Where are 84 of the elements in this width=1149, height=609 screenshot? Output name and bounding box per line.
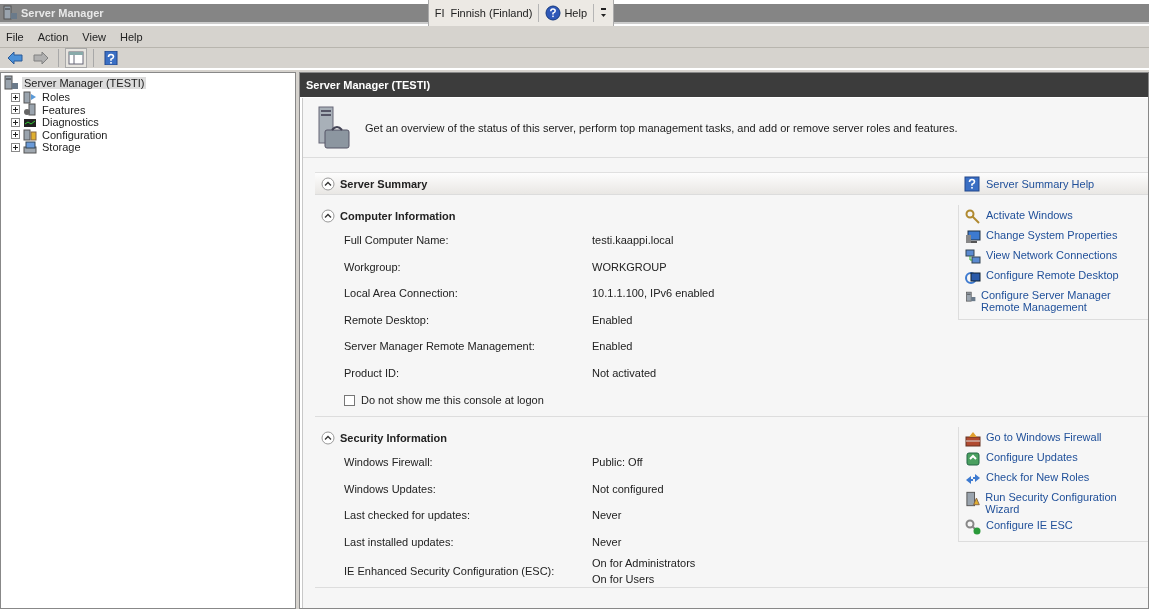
task-link[interactable]: Change System Properties <box>986 229 1118 241</box>
menu-item[interactable]: Help <box>119 30 143 43</box>
field-value: Not configured <box>592 481 664 497</box>
remote-desktop-icon <box>965 269 981 285</box>
field-value: testi.kaappi.local <box>592 233 674 249</box>
menu-item[interactable]: File <box>6 30 24 43</box>
features-icon <box>23 103 37 117</box>
expand-icon[interactable] <box>11 105 20 115</box>
field-label: Full Computer Name: <box>344 234 450 247</box>
field-label: Windows Firewall: <box>344 456 434 469</box>
expand-icon[interactable] <box>11 92 20 102</box>
task-link[interactable]: Configure Server Manager Remote Management <box>981 289 1146 313</box>
collapse-icon[interactable] <box>321 209 335 223</box>
description-text: Get an overview of the status of this server, perform top management tasks, and add or remove server roles and features. <box>365 121 958 134</box>
expand-icon[interactable] <box>11 130 20 140</box>
configuration-icon <box>23 128 37 142</box>
server-icon <box>2 5 18 21</box>
field-label: Last installed updates: <box>344 535 455 548</box>
help-icon <box>103 51 119 65</box>
subsection-title: Computer Information <box>340 210 456 222</box>
server-icon <box>965 289 977 305</box>
field-value: WORKGROUP <box>592 259 667 275</box>
field-value: On for Administrators On for Users <box>592 556 696 587</box>
task-link[interactable]: Check for New Roles <box>986 471 1090 483</box>
server-toolbox-icon <box>315 105 351 150</box>
expand-icon[interactable] <box>11 117 20 127</box>
field-label: Product ID: <box>344 366 401 379</box>
forward-arrow-icon <box>33 51 49 65</box>
field-label: Local Area Connection: <box>344 287 459 300</box>
monitor-icon <box>965 229 981 245</box>
section-title: Server Summary <box>340 177 428 190</box>
roles-icon <box>23 90 37 104</box>
field-value: Not activated <box>592 365 657 381</box>
field-label: Last checked for updates: <box>344 509 471 522</box>
storage-icon <box>23 140 37 154</box>
update-icon <box>965 451 981 467</box>
tree-item[interactable]: Configuration <box>40 128 110 141</box>
field-label: Remote Desktop: <box>344 313 430 326</box>
arrows-icon <box>965 471 981 487</box>
pane-header: Server Manager (TESTI) <box>300 73 1148 97</box>
checkbox-label[interactable]: Do not show me this console at logon <box>361 394 544 406</box>
field-label: Server Manager Remote Management: <box>344 340 536 353</box>
task-link[interactable]: Activate Windows <box>986 209 1073 221</box>
task-link[interactable]: Run Security Configuration Wizard <box>985 491 1146 515</box>
task-link[interactable]: View Network Connections <box>986 249 1118 261</box>
task-link[interactable]: Configure Updates <box>986 451 1078 463</box>
tree-item[interactable]: Roles <box>40 91 73 104</box>
field-value: Never <box>592 508 622 524</box>
tree-item[interactable]: Features <box>40 103 88 116</box>
help-icon[interactable] <box>545 5 562 21</box>
task-link[interactable]: Go to Windows Firewall <box>986 431 1102 443</box>
menu-item[interactable]: Action <box>37 30 69 43</box>
field-label: Windows Updates: <box>344 482 437 495</box>
collapse-icon[interactable] <box>321 176 335 191</box>
server-warning-icon <box>965 491 981 507</box>
collapse-icon[interactable] <box>321 431 335 445</box>
field-value: Enabled <box>592 312 633 328</box>
network-icon <box>965 249 981 265</box>
menu-item[interactable]: View <box>82 30 106 43</box>
field-value: Enabled <box>592 339 633 355</box>
help-link[interactable]: Server Summary Help <box>986 177 1095 190</box>
language-name[interactable]: Finnish (Finland) <box>450 7 533 19</box>
pane-icon <box>68 51 84 65</box>
task-link[interactable]: Configure IE ESC <box>986 519 1073 531</box>
help-link[interactable]: Help <box>564 7 587 19</box>
field-label: Workgroup: <box>344 260 402 273</box>
field-value: Public: Off <box>592 455 643 471</box>
options-icon[interactable] <box>600 7 607 19</box>
tree-item[interactable]: Storage <box>40 141 83 154</box>
window-title: Server Manager <box>21 7 104 19</box>
field-value: 10.1.1.100, IPv6 enabled <box>592 286 715 302</box>
expand-icon[interactable] <box>11 142 20 152</box>
field-label: IE Enhanced Security Configuration (ESC): <box>344 565 556 577</box>
server-icon <box>3 75 19 91</box>
tree-item[interactable]: Diagnostics <box>40 116 101 129</box>
back-arrow-icon <box>7 51 23 65</box>
firewall-icon <box>965 431 981 447</box>
subsection-title: Security Information <box>340 432 447 444</box>
language-code[interactable]: FI <box>434 7 445 19</box>
tree-item[interactable]: Server Manager (TESTI) <box>22 77 147 89</box>
task-link[interactable]: Configure Remote Desktop <box>986 269 1119 281</box>
checkbox[interactable] <box>344 394 355 406</box>
field-value: Never <box>592 534 622 550</box>
help-icon <box>964 175 980 192</box>
